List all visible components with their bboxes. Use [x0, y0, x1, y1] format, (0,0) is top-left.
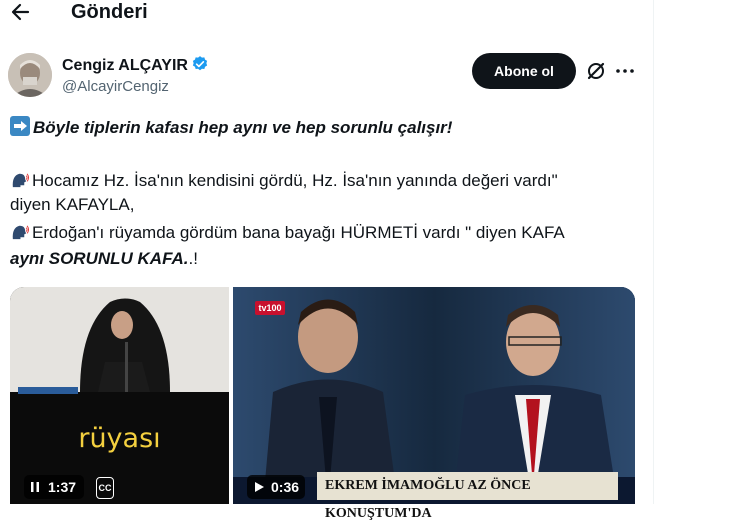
speaking-head-emoji-icon — [12, 225, 29, 240]
play-icon — [255, 482, 264, 492]
channel-logo: tv100 — [255, 301, 285, 315]
timeline-divider — [653, 0, 654, 504]
video-1-thumbnail — [10, 287, 229, 504]
closed-captions-button[interactable]: CC — [96, 477, 114, 499]
back-button[interactable] — [8, 0, 34, 24]
right-arrow-emoji-icon — [10, 116, 30, 136]
post-text-line-4: Erdoğan'ı rüyamda gördüm bana bayağı HÜR… — [10, 222, 565, 244]
pause-icon — [31, 482, 39, 492]
author-handle[interactable]: @AlcayirCengiz — [62, 78, 169, 96]
avatar-image — [8, 53, 52, 97]
avatar[interactable] — [8, 53, 52, 97]
post-text-line-2: Hocamız Hz. İsa'nın kendisini gördü, Hz.… — [10, 170, 558, 192]
video-player-1[interactable]: rüyası 1:37 CC — [10, 287, 229, 504]
grok-icon — [587, 62, 605, 80]
video-1-caption: rüyası — [78, 423, 161, 454]
video-2-time-badge: 0:36 — [247, 475, 305, 499]
post-text-line-1: Böyle tiplerin kafası hep aynı ve hep so… — [10, 116, 452, 139]
arrow-left-icon — [11, 3, 30, 21]
grok-button[interactable] — [586, 61, 606, 81]
post-text-line-5: aynı SORUNLU KAFA..! — [10, 249, 198, 268]
more-dots-icon — [616, 69, 634, 73]
news-ticker: EKREM İMAMOĞLU AZ ÖNCE KONUŞTUM'DA — [317, 472, 618, 521]
page-title: Gönderi — [71, 1, 148, 23]
verified-badge-icon — [192, 56, 208, 71]
top-bar: Gönderi — [0, 0, 653, 32]
author-name[interactable]: Cengiz ALÇAYIR — [62, 55, 209, 76]
speaking-head-emoji-icon — [12, 173, 29, 188]
post-text-line-3: diyen KAFAYLA, — [10, 195, 135, 214]
subscribe-button[interactable]: Abone ol — [472, 53, 576, 89]
more-options-button[interactable] — [614, 60, 636, 82]
video-1-time-badge: 1:37 — [24, 475, 84, 499]
